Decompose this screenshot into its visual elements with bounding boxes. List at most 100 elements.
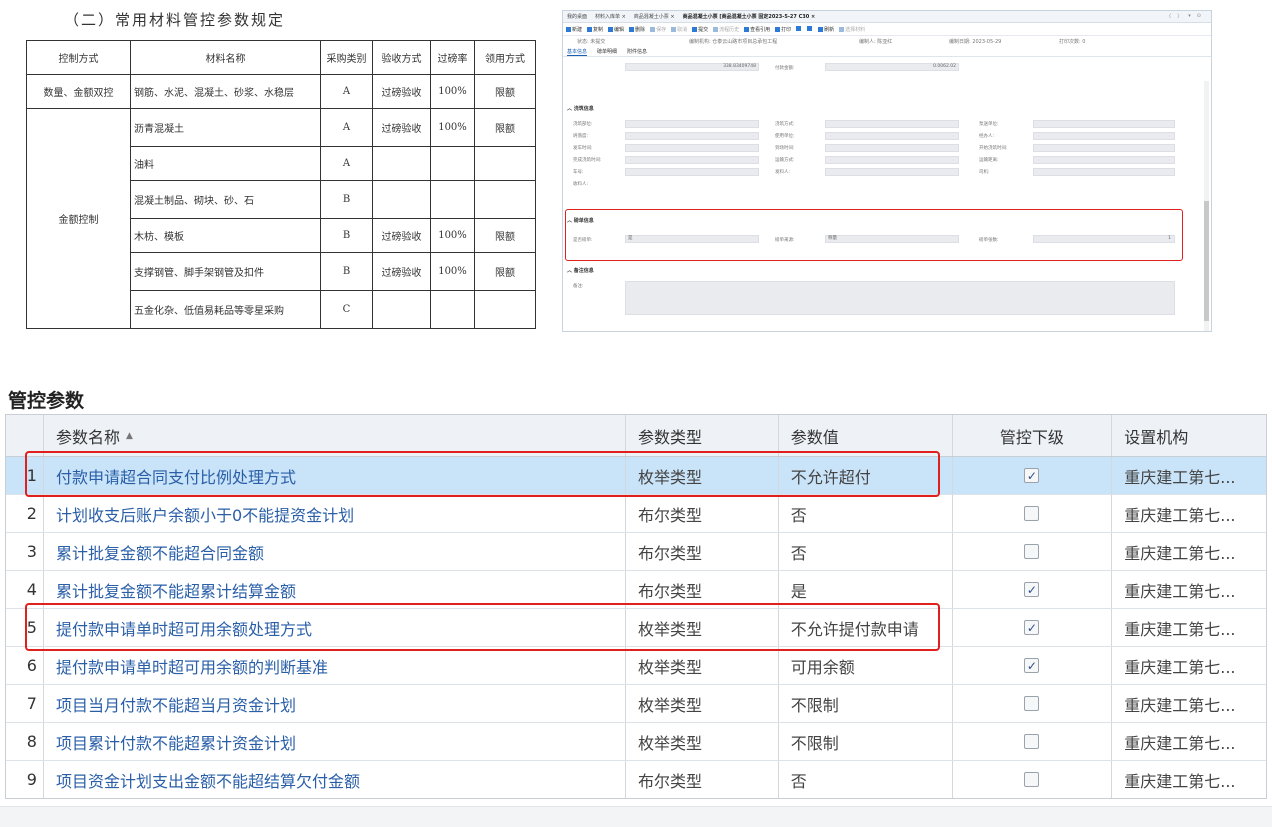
param-value[interactable]: 否	[779, 495, 953, 532]
control-sub-checkbox[interactable]	[1024, 582, 1040, 597]
prev-icon[interactable]: 〈	[1166, 13, 1171, 20]
control-sub-checkbox[interactable]	[1024, 734, 1040, 749]
dropdown-icon[interactable]: ▾	[1188, 13, 1191, 20]
table-row[interactable]: 8 项目累计付款不能超累计资金计划 枚举类型 不限制 重庆建工第七...	[6, 723, 1266, 761]
shot-tab-desktop[interactable]: 我的桌面	[567, 13, 587, 20]
pour-field[interactable]	[625, 156, 759, 164]
status-maker: 编制人: 陈亚红	[859, 39, 893, 45]
amount-field[interactable]: 338.83409748	[625, 63, 759, 71]
pour-field[interactable]	[625, 168, 759, 176]
pour-field[interactable]	[1033, 144, 1175, 152]
is-weigh-field[interactable]: 是	[625, 235, 759, 243]
edit-button[interactable]: 编辑	[608, 26, 624, 33]
pour-field[interactable]	[625, 144, 759, 152]
layout-button[interactable]	[796, 26, 802, 32]
shot-tab-material-inbound[interactable]: 材料入库单 ×	[595, 13, 626, 20]
submit-icon	[692, 26, 698, 32]
table-row[interactable]: 2 计划收支后账户余额小于0不能提资金计划 布尔类型 否 重庆建工第七...	[6, 495, 1266, 533]
setting-org: 重庆建工第七...	[1124, 581, 1236, 601]
header-param-value[interactable]: 参数值	[779, 415, 953, 456]
param-value[interactable]: 不限制	[779, 685, 953, 722]
pour-field[interactable]	[825, 120, 959, 128]
list-button[interactable]	[807, 26, 813, 32]
status-state: 状态: 未提交	[577, 39, 606, 45]
shot-scroll-thumb[interactable]	[1204, 201, 1209, 321]
doc-cell-rate	[430, 146, 475, 181]
copy-button[interactable]: 复制	[587, 26, 603, 33]
shot-tab-concrete-ticket-detail[interactable]: 商品混凝土小票 [商品混凝土小票 固定2023-5-27 C30 ×	[683, 13, 816, 20]
pay-amount-field[interactable]: 0.0062.02	[825, 63, 959, 71]
param-value[interactable]: 不限制	[779, 723, 953, 760]
section-weigh-info: ︿ 磅单信息	[567, 218, 594, 224]
param-name[interactable]: 累计批复金额不能超合同金额	[44, 533, 626, 570]
new-button[interactable]: 新建	[566, 26, 582, 33]
table-row[interactable]: 3 累计批复金额不能超合同金额 布尔类型 否 重庆建工第七...	[6, 533, 1266, 571]
view-reference-button[interactable]: 查看引用	[744, 26, 770, 33]
param-name[interactable]: 项目累计付款不能超累计资金计划	[44, 723, 626, 760]
doc-cell-category: B	[320, 218, 373, 253]
next-icon[interactable]: 〉	[1177, 13, 1182, 20]
table-row[interactable]: 9 项目资金计划支出金额不能超结算欠付金额 布尔类型 否 重庆建工第七...	[6, 761, 1266, 798]
param-value[interactable]: 否	[779, 533, 953, 570]
table-row[interactable]: 7 项目当月付款不能超当月资金计划 枚举类型 不限制 重庆建工第七...	[6, 685, 1266, 723]
doc-cell-material: 钢筋、水泥、混凝土、砂浆、水稳层	[130, 74, 321, 109]
pour-field[interactable]	[825, 156, 959, 164]
pour-field[interactable]	[625, 120, 759, 128]
shot-tab-concrete-ticket[interactable]: 商品混凝土小票 ×	[634, 13, 675, 20]
param-name[interactable]: 项目资金计划支出金额不能超结算欠付金额	[44, 761, 626, 798]
control-sub-cell	[953, 495, 1113, 532]
select-material-button[interactable]: 选择材料	[839, 26, 865, 33]
param-value[interactable]: 可用余额	[779, 647, 953, 684]
cancel-button[interactable]: 取消	[671, 26, 687, 33]
subtab-weigh-detail[interactable]: 磅单明细	[597, 48, 617, 55]
save-button[interactable]: 保存	[650, 26, 666, 33]
control-sub-checkbox[interactable]	[1024, 620, 1040, 635]
edit-icon	[608, 26, 614, 32]
print-button[interactable]: 打印	[775, 26, 791, 33]
header-param-type[interactable]: 参数类型	[626, 415, 779, 456]
subtab-basic-info[interactable]: 基本信息	[567, 48, 588, 56]
pour-field[interactable]	[825, 168, 959, 176]
param-value[interactable]: 否	[779, 761, 953, 798]
save-icon	[650, 26, 656, 32]
link-icon	[744, 26, 750, 32]
header-param-name[interactable]: 参数名称 ▲	[44, 415, 626, 456]
header-setting-org[interactable]: 设置机构	[1112, 415, 1266, 456]
weigh-source-field[interactable]: 称量	[825, 235, 959, 243]
weigh-count-field[interactable]: 1	[1033, 235, 1175, 243]
submit-button[interactable]: 提交	[692, 26, 708, 33]
control-sub-checkbox[interactable]	[1024, 658, 1040, 673]
pour-field[interactable]	[1033, 156, 1175, 164]
delete-button[interactable]: 删除	[629, 26, 645, 33]
setting-org: 重庆建工第七...	[1124, 505, 1236, 525]
note-textarea[interactable]	[625, 281, 1175, 315]
param-name[interactable]: 提付款申请单时超可用余额的判断基准	[44, 647, 626, 684]
pour-label: 坍落度:	[573, 134, 589, 139]
header-control-sub[interactable]: 管控下级	[953, 415, 1113, 456]
doc-cell-usage: 限额	[474, 252, 536, 291]
control-sub-checkbox[interactable]	[1024, 696, 1040, 711]
flow-history-button[interactable]: 流程历史	[713, 26, 739, 33]
shot-scrollbar[interactable]	[1204, 81, 1209, 331]
control-sub-checkbox[interactable]	[1024, 544, 1040, 559]
pour-field[interactable]	[625, 132, 759, 140]
pour-field[interactable]	[1033, 168, 1175, 176]
pour-field[interactable]	[825, 144, 959, 152]
is-weigh-label: 是否磅单:	[573, 238, 593, 243]
refresh-button[interactable]: 刷新	[818, 26, 834, 33]
table-row[interactable]: 6 提付款申请单时超可用余额的判断基准 枚举类型 可用余额 重庆建工第七...	[6, 647, 1266, 685]
weigh-source-label: 磅单来源:	[775, 238, 795, 243]
control-sub-checkbox[interactable]	[1024, 468, 1040, 483]
doc-cell-material: 混凝土制品、砌块、砂、石	[130, 180, 321, 219]
param-name[interactable]: 计划收支后账户余额小于0不能提资金计划	[44, 495, 626, 532]
control-sub-checkbox[interactable]	[1024, 772, 1040, 787]
settings-icon[interactable]: ⊙	[1197, 13, 1201, 20]
control-params-heading: 管控参数	[8, 390, 85, 412]
grid-horizontal-scrollbar[interactable]	[0, 806, 1272, 827]
param-name[interactable]: 项目当月付款不能超当月资金计划	[44, 685, 626, 722]
subtab-attachments[interactable]: 附件信息	[627, 48, 647, 55]
pour-field[interactable]	[825, 132, 959, 140]
control-sub-checkbox[interactable]	[1024, 506, 1040, 521]
pour-field[interactable]	[1033, 120, 1175, 128]
pour-field[interactable]	[1033, 132, 1175, 140]
